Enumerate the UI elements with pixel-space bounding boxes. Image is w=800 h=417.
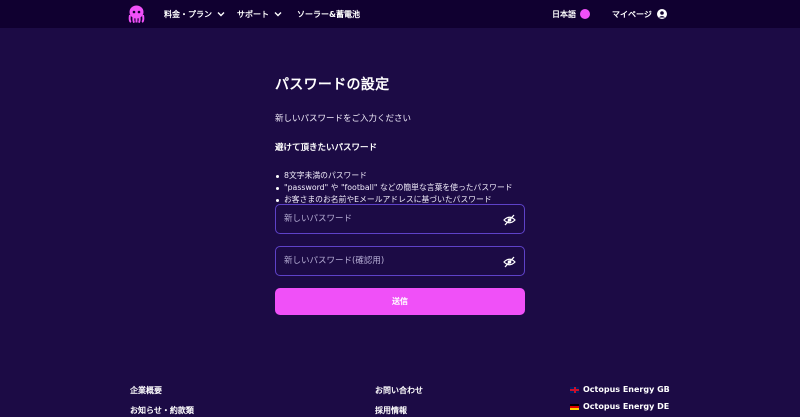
octopus-gb-label: Octopus Energy GB bbox=[583, 385, 670, 394]
footer-link-octopus-gb[interactable]: Octopus Energy GB bbox=[570, 385, 670, 394]
password-form-section: パスワードの設定 新しいパスワードをご入力ください 避けて頂きたいパスワード 8… bbox=[275, 74, 525, 206]
chevron-down-icon bbox=[274, 12, 282, 17]
uk-flag-icon bbox=[570, 386, 579, 393]
eye-off-icon[interactable] bbox=[503, 214, 516, 226]
nav-solar[interactable]: ソーラー&蓄電池 bbox=[297, 0, 360, 28]
avoid-heading: 避けて頂きたいパスワード bbox=[275, 143, 378, 153]
language-label: 日本語 bbox=[552, 9, 576, 19]
page-subtitle: 新しいパスワードをご入力ください bbox=[275, 114, 412, 124]
octopus-logo-icon[interactable] bbox=[128, 5, 145, 23]
page-title: パスワードの設定 bbox=[275, 77, 390, 93]
top-header: 料金・プラン サポート ソーラー&蓄電池 日本語 マイページ bbox=[0, 0, 800, 28]
user-icon bbox=[656, 9, 667, 19]
submit-button[interactable]: 送信 bbox=[275, 288, 525, 315]
nav-mypage[interactable]: マイページ bbox=[612, 0, 667, 28]
footer-link-company[interactable]: 企業概要 bbox=[130, 385, 162, 396]
nav-support-label: サポート bbox=[237, 9, 269, 19]
nav-plan-label: 料金・プラン bbox=[164, 9, 212, 19]
footer-link-careers[interactable]: 採用情報 bbox=[375, 405, 407, 416]
list-item: 8文字未満のパスワード bbox=[275, 170, 525, 182]
nav-support[interactable]: サポート bbox=[237, 0, 282, 28]
eye-off-icon[interactable] bbox=[503, 256, 516, 268]
confirm-password-input[interactable] bbox=[276, 247, 524, 275]
germany-flag-icon bbox=[570, 403, 579, 410]
globe-icon bbox=[580, 9, 590, 19]
chevron-down-icon bbox=[217, 12, 225, 17]
new-password-field bbox=[275, 204, 525, 234]
footer-link-octopus-de[interactable]: Octopus Energy DE bbox=[570, 402, 669, 411]
new-password-input[interactable] bbox=[276, 205, 524, 233]
nav-solar-label: ソーラー&蓄電池 bbox=[297, 9, 360, 19]
confirm-password-field bbox=[275, 246, 525, 276]
nav-plan[interactable]: 料金・プラン bbox=[164, 0, 225, 28]
nav-mypage-label: マイページ bbox=[612, 9, 652, 19]
footer-link-contact[interactable]: お問い合わせ bbox=[375, 385, 423, 396]
octopus-de-label: Octopus Energy DE bbox=[583, 402, 670, 411]
list-item: "password" や "football" などの簡単な言葉を使ったパスワー… bbox=[275, 182, 525, 194]
language-selector[interactable]: 日本語 bbox=[552, 0, 590, 28]
password-rules-list: 8文字未満のパスワード "password" や "football" などの簡… bbox=[275, 170, 525, 206]
footer-link-news[interactable]: お知らせ・約款類 bbox=[130, 405, 194, 416]
